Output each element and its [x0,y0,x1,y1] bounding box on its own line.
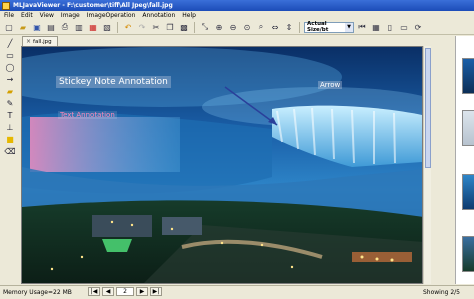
cut-icon[interactable]: ✂ [150,21,162,33]
text-annotation[interactable]: Text Annotation [58,111,117,119]
menu-annotation[interactable]: Annotation [142,12,175,19]
scan-icon[interactable]: ▥ [73,21,85,33]
toolbar-separator [117,21,118,33]
save-icon[interactable]: ▣ [31,21,43,33]
rectangle-icon[interactable]: ▭ [4,50,16,61]
status-bar: Memory Usage=22 MB [0,285,474,299]
rotate-icon[interactable]: ⟳ [412,21,424,33]
thumbnail-1[interactable] [462,58,474,94]
page-number-input[interactable]: 2 [116,287,134,296]
menu-imageoperation[interactable]: ImageOperation [87,12,136,19]
ellipse-icon[interactable]: ◯ [4,62,16,73]
eraser-icon[interactable]: ⌫ [4,146,16,157]
first-page-button[interactable]: |◀ [88,287,100,296]
arrow-annotation-label[interactable]: Arrow [318,81,343,89]
zoom-fit-icon[interactable]: ⊙ [241,21,253,33]
app-icon [2,1,10,10]
first-page-icon[interactable]: ⏮ [356,21,368,33]
chevron-down-icon[interactable]: ▼ [345,22,353,32]
text-icon[interactable]: T [4,110,16,121]
redo-icon[interactable]: ↷ [136,21,148,33]
stamp-icon[interactable]: ⊥ [4,122,16,133]
print-preview-icon[interactable]: ▧ [101,21,113,33]
thumbnail-2[interactable] [462,110,474,146]
menu-bar: File Edit View Image ImageOperation Anno… [0,11,474,20]
thumbnail-3[interactable] [462,174,474,210]
print-icon[interactable]: ⎙ [59,21,71,33]
fit-width-icon[interactable]: ⇔ [269,21,281,33]
select-icon[interactable]: ⤡ [199,21,211,33]
arrow-icon[interactable]: → [4,74,16,85]
toolbar-separator [299,21,300,33]
annotation-toolbar: ╱ ▭ ◯ → ▰ ✎ T ⊥ ■ ⌫ [3,38,17,178]
page-navigation: |◀ ◀ 2 ▶ ▶| [88,287,162,296]
size-select[interactable]: Actual Size/bt ▼ [304,21,354,33]
tab-fall-jpg[interactable]: × fall.jpg [22,36,58,46]
paste-icon[interactable]: ▩ [178,21,190,33]
menu-edit[interactable]: Edit [21,12,33,19]
memory-usage: Memory Usage=22 MB [3,289,72,296]
zoom-window-icon[interactable]: ⌕ [255,21,267,33]
thumbnail-icon[interactable]: ▯ [384,21,396,33]
pdf-icon[interactable]: ▦ [87,21,99,33]
fit-height-icon[interactable]: ⇕ [283,21,295,33]
last-page-button[interactable]: ▶| [150,287,162,296]
highlight-icon[interactable]: ▰ [4,86,16,97]
title-bar: MLJavaViewer - F:\customer\tiff\All Jpeg… [0,0,474,11]
tab-label: fall.jpg [33,38,52,45]
window-title: MLJavaViewer - F:\customer\tiff\All Jpeg… [13,2,173,9]
next-page-button[interactable]: ▶ [136,287,148,296]
toolbar-separator [194,21,195,33]
note-icon[interactable]: ■ [4,134,16,145]
menu-view[interactable]: View [40,12,54,19]
showing-count: Showing 2/5 [422,289,460,296]
size-select-value: Actual Size/bt [307,21,329,33]
zoom-out-icon[interactable]: ⊖ [227,21,239,33]
line-icon[interactable]: ╱ [4,38,16,49]
vertical-scrollbar[interactable] [423,46,431,284]
open-icon[interactable]: ▰ [17,21,29,33]
copy-icon[interactable]: ❐ [164,21,176,33]
menu-file[interactable]: File [4,12,14,19]
scrollbar-thumb[interactable] [425,48,431,168]
menu-image[interactable]: Image [61,12,80,19]
pen-icon[interactable]: ✎ [4,98,16,109]
thumbnail-4[interactable] [462,236,474,272]
image-viewer[interactable]: Stickey Note Annotation Text Annotation … [21,46,423,284]
thumbnail-panel [455,36,474,284]
zoom-in-icon[interactable]: ⊕ [213,21,225,33]
undo-icon[interactable]: ↶ [122,21,134,33]
toolbar: ▢ ▰ ▣ ▤ ⎙ ▥ ▦ ▧ ↶ ↷ ✂ ❐ ▩ ⤡ ⊕ ⊖ ⊙ ⌕ ⇔ ⇕ … [0,20,474,35]
grid-icon[interactable]: ▦ [370,21,382,33]
sticky-note-annotation[interactable]: Stickey Note Annotation [56,76,171,88]
close-icon[interactable]: × [26,38,31,45]
new-icon[interactable]: ▢ [3,21,15,33]
prev-page-button[interactable]: ◀ [102,287,114,296]
save-as-icon[interactable]: ▤ [45,21,57,33]
fit-page-icon[interactable]: ▭ [398,21,410,33]
menu-help[interactable]: Help [182,12,196,19]
